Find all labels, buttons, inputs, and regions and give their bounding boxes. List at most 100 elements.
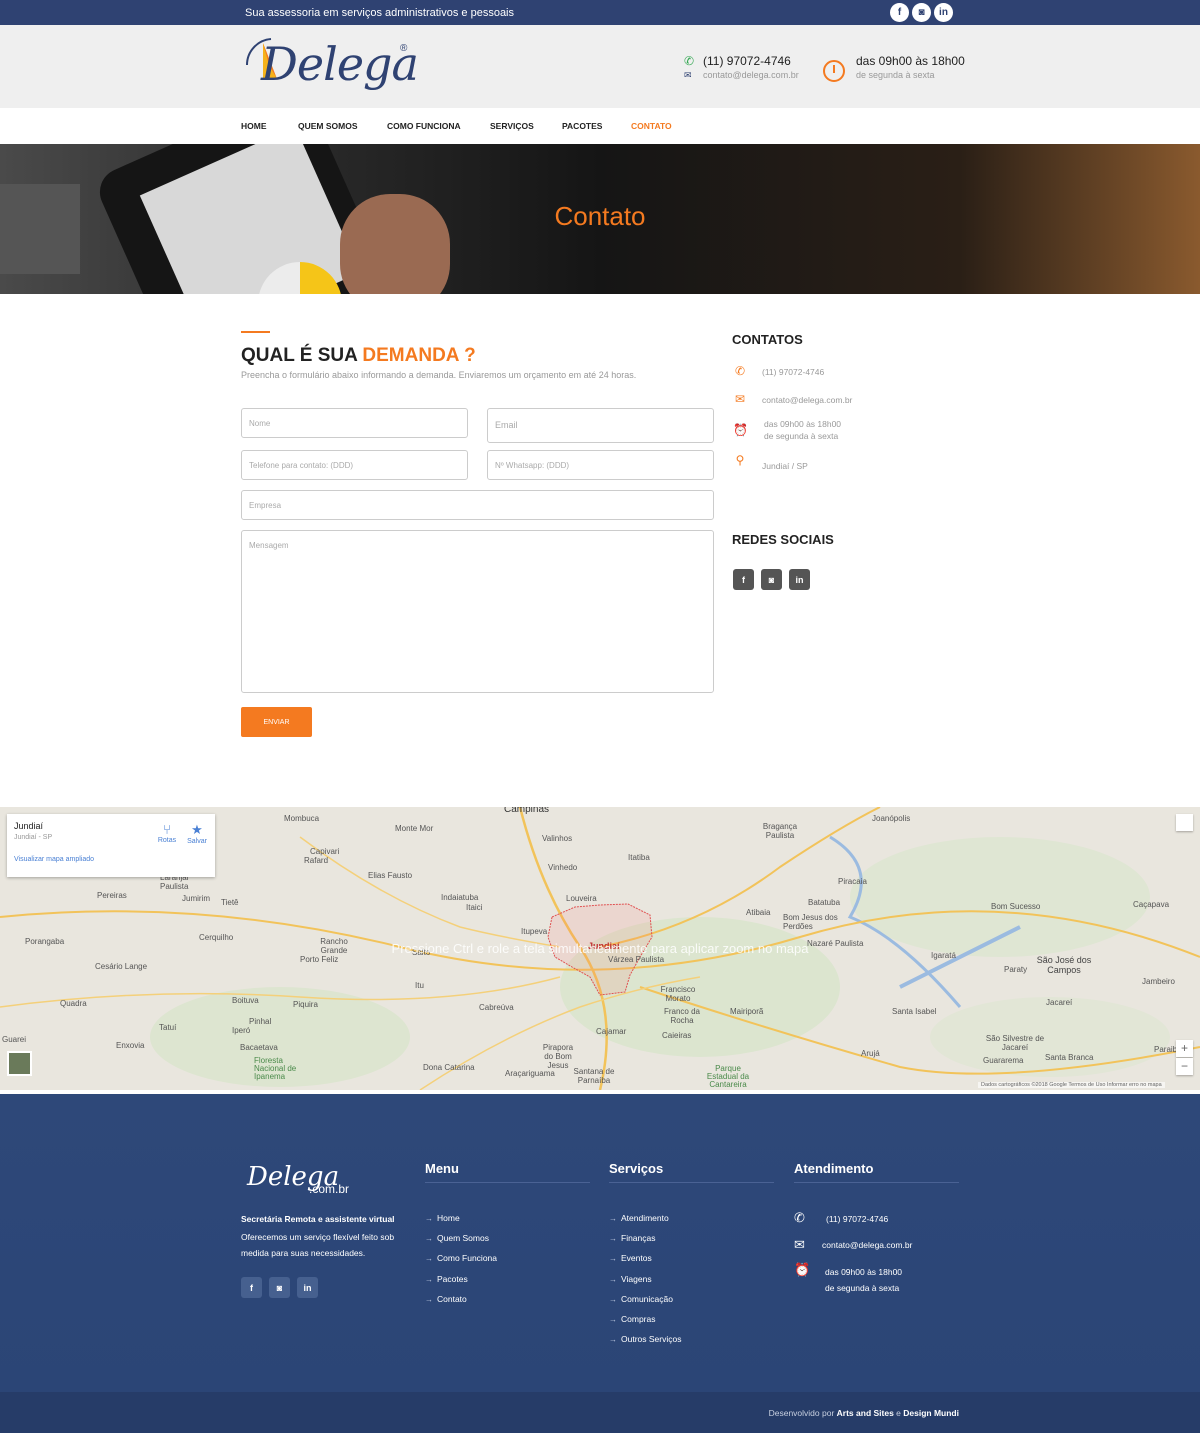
map-place-label: Francisco Morato (660, 985, 696, 1003)
send-button[interactable]: ENVIAR (241, 707, 312, 737)
footer-phone[interactable]: (11) 97072-4746 (826, 1211, 888, 1227)
linkedin-icon[interactable]: in (297, 1277, 318, 1298)
linkedin-icon[interactable]: in (789, 569, 810, 590)
footer-service-item[interactable]: → Viagens (609, 1274, 652, 1284)
header-phone[interactable]: ✆ (11) 97072-4746 (684, 54, 791, 68)
arrow-right-icon: → (609, 1275, 617, 1284)
map-place-label: Bacaetava (240, 1043, 278, 1052)
map-place-label: Cesário Lange (95, 962, 148, 971)
site-logo[interactable]: Delega ® (243, 35, 419, 97)
map-enlarge-link[interactable]: Visualizar mapa ampliado (14, 856, 94, 863)
footer-logo[interactable]: Delega .com.br (241, 1162, 361, 1198)
map-credits[interactable]: Dados cartográficos ©2018 Google Termos … (978, 1082, 1165, 1088)
map-place-label: Pereiras (97, 891, 127, 900)
facebook-icon[interactable]: f (241, 1277, 262, 1298)
nav-item-home[interactable]: HOME (241, 121, 267, 131)
instagram-icon[interactable]: ◙ (269, 1277, 290, 1298)
map-place-label: Mairiporã (730, 1007, 764, 1016)
envelope-icon: ✉ (734, 392, 746, 406)
sidebar-phone[interactable]: (11) 97072-4746 (762, 366, 824, 378)
sidebar-email[interactable]: contato@delega.com.br (762, 394, 852, 406)
footer-service-item[interactable]: → Outros Serviços (609, 1334, 681, 1344)
footer-service-item[interactable]: → Comunicação (609, 1294, 673, 1304)
footer-menu-heading: Menu (425, 1161, 459, 1176)
map-place-label: Louveira (566, 894, 597, 903)
logo-registered-mark: ® (400, 43, 408, 54)
footer-menu-item[interactable]: → Home (425, 1213, 460, 1223)
form-subtitle: Preencha o formulário abaixo informando … (241, 370, 637, 380)
star-icon: ★ (191, 822, 203, 837)
phone-field[interactable] (241, 450, 468, 480)
nav-item-pacotes[interactable]: PACOTES (562, 121, 602, 131)
map-place-label: Quadra (60, 999, 87, 1008)
whatsapp-icon: ✆ (794, 1210, 805, 1225)
facebook-icon[interactable]: f (890, 3, 909, 22)
header-email[interactable]: ✉ contato@delega.com.br (684, 70, 799, 81)
sidebar-hours: das 09h00 às 18h00 de segunda à sexta (764, 419, 842, 441)
message-field[interactable] (241, 530, 714, 693)
footer-menu-item[interactable]: → Quem Somos (425, 1233, 489, 1243)
footer-service-item[interactable]: → Finanças (609, 1233, 656, 1243)
name-field[interactable] (241, 408, 468, 438)
map-place-label: Araçariguama (505, 1069, 555, 1078)
instagram-icon[interactable]: ◙ (912, 3, 931, 22)
map-place-label: Parque Estadual da Cantareira (706, 1064, 750, 1089)
footer-service-heading: Atendimento (794, 1161, 874, 1176)
map-place-label: Capivari (310, 847, 340, 856)
map-place-label: Jacareí (1046, 998, 1073, 1007)
map-place-label: Vinhedo (548, 863, 578, 872)
page-title: Contato (554, 201, 646, 231)
map-place-label: Guarei (2, 1035, 27, 1044)
footer-menu-item[interactable]: → Pacotes (425, 1274, 468, 1284)
footer-email[interactable]: contato@delega.com.br (822, 1237, 912, 1253)
map-place-label: Paraty (1004, 965, 1028, 974)
instagram-icon[interactable]: ◙ (761, 569, 782, 590)
footer-service-item[interactable]: → Eventos (609, 1253, 652, 1263)
credit-link-design[interactable]: Design Mundi (903, 1408, 959, 1418)
map-place-label: Tietê (221, 898, 239, 907)
nav-item-contato[interactable]: CONTATO (631, 121, 672, 131)
linkedin-icon[interactable]: in (934, 3, 953, 22)
logo-wordmark: Delega (261, 37, 419, 91)
map-satellite-toggle[interactable] (7, 1051, 32, 1076)
embedded-map[interactable]: Campinas Mombuca Monte Mor Valinhos Brag… (0, 807, 1200, 1090)
nav-item-como-funciona[interactable]: COMO FUNCIONA (387, 121, 461, 131)
map-directions-button[interactable]: ⑂ Rotas (152, 822, 182, 844)
map-place-label: Bom Jesus dos Perdões (783, 913, 838, 931)
top-social-links: f ◙ in (890, 3, 953, 22)
map-place-label: Iperó (232, 1026, 251, 1035)
top-bar: Sua assessoria em serviços administrativ… (0, 0, 1200, 25)
company-field[interactable] (241, 490, 714, 520)
facebook-icon[interactable]: f (733, 569, 754, 590)
credit-link-arts[interactable]: Arts and Sites (837, 1408, 894, 1418)
header-hours: das 09h00 às 18h00 (856, 54, 965, 68)
whatsapp-field[interactable] (487, 450, 714, 480)
footer-service-item[interactable]: → Atendimento (609, 1213, 669, 1223)
map-place-label: Piracaia (838, 877, 867, 886)
nav-item-quem-somos[interactable]: QUEM SOMOS (298, 121, 358, 131)
whatsapp-icon: ✆ (684, 54, 695, 68)
alarm-clock-icon (823, 60, 845, 82)
arrow-right-icon: → (425, 1214, 433, 1223)
phone-icon: ✆ (734, 364, 746, 378)
footer-menu-item[interactable]: → Como Funciona (425, 1253, 497, 1263)
map-save-button[interactable]: ★ Salvar (182, 822, 212, 845)
map-place-label: Floresta Nacional de Ipanema (254, 1056, 297, 1081)
fullscreen-icon[interactable] (1176, 814, 1193, 831)
arrow-right-icon: → (609, 1214, 617, 1223)
map-place-label: Valinhos (542, 834, 573, 843)
map-place-label: Pirapora do Bom Jesus (542, 1043, 574, 1070)
footer-service-item[interactable]: → Compras (609, 1314, 655, 1324)
map-place-label: Santa Isabel (892, 1007, 937, 1016)
arrow-right-icon: → (425, 1295, 433, 1304)
alarm-clock-icon: ⏰ (733, 423, 748, 437)
zoom-out-button[interactable]: − (1176, 1058, 1193, 1075)
arrow-right-icon: → (609, 1335, 617, 1344)
nav-item-servicos[interactable]: SERVIÇOS (490, 121, 534, 131)
map-place-label: Campinas (504, 807, 550, 815)
top-tagline: Sua assessoria em serviços administrativ… (245, 7, 515, 19)
footer-menu-item[interactable]: → Contato (425, 1294, 467, 1304)
email-field[interactable] (487, 408, 714, 443)
directions-icon: ⑂ (163, 822, 171, 837)
zoom-in-button[interactable]: + (1176, 1040, 1193, 1057)
